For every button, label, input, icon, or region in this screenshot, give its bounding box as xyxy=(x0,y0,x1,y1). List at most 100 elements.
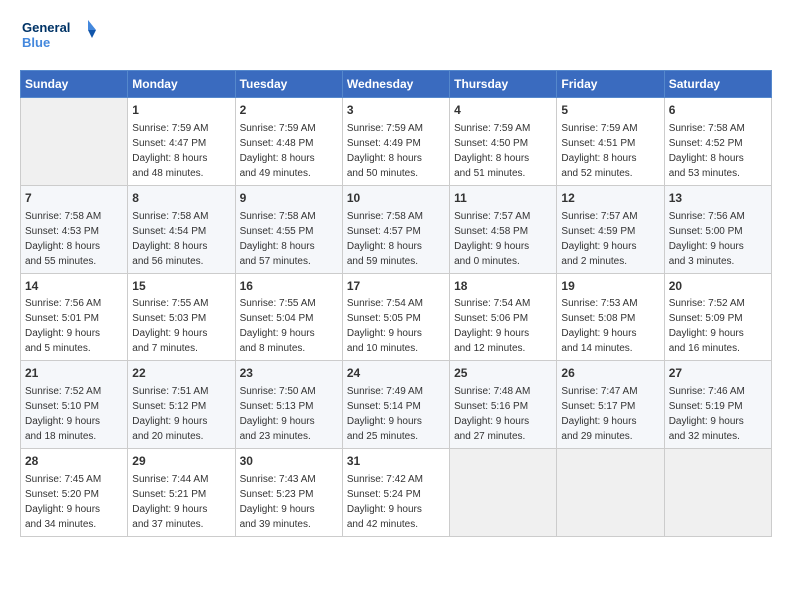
day-info: Sunrise: 7:42 AMSunset: 5:24 PMDaylight:… xyxy=(347,472,445,532)
day-info: Sunrise: 7:59 AMSunset: 4:50 PMDaylight:… xyxy=(454,121,552,181)
calendar-cell: 31Sunrise: 7:42 AMSunset: 5:24 PMDayligh… xyxy=(342,449,449,537)
calendar-cell: 25 Sunrise: 7:48 AMSunset: 5:16 PMDayligh… xyxy=(450,361,557,449)
day-number: 23 xyxy=(240,365,338,382)
day-number: 7 xyxy=(25,190,123,207)
day-info: Sunrise: 7:58 AMSunset: 4:52 PMDaylight:… xyxy=(669,121,767,181)
calendar-cell: 6Sunrise: 7:58 AMSunset: 4:52 PMDaylight… xyxy=(664,98,771,186)
calendar-cell: 4 Sunrise: 7:59 AMSunset: 4:50 PMDaylight… xyxy=(450,98,557,186)
day-number: 1 xyxy=(132,102,230,119)
week-row-5: 28Sunrise: 7:45 AMSunset: 5:20 PMDayligh… xyxy=(21,449,772,537)
page: General Blue SundayMondayTuesdayWednesda… xyxy=(0,0,792,612)
day-number: 5 xyxy=(561,102,659,119)
calendar-cell: 29 Sunrise: 7:44 AMSunset: 5:21 PMDayligh… xyxy=(128,449,235,537)
day-number: 21 xyxy=(25,365,123,382)
logo-svg: General Blue xyxy=(20,16,100,60)
svg-text:Blue: Blue xyxy=(22,35,50,50)
weekday-header-monday: Monday xyxy=(128,71,235,98)
calendar-cell: 14Sunrise: 7:56 AMSunset: 5:01 PMDayligh… xyxy=(21,273,128,361)
day-number: 27 xyxy=(669,365,767,382)
calendar-cell: 3Sunrise: 7:59 AMSunset: 4:49 PMDaylight… xyxy=(342,98,449,186)
calendar-cell: 24 Sunrise: 7:49 AMSunset: 5:14 PMDayligh… xyxy=(342,361,449,449)
calendar-cell xyxy=(21,98,128,186)
day-info: Sunrise: 7:55 AMSunset: 5:04 PMDaylight:… xyxy=(240,296,338,356)
calendar-cell: 22 Sunrise: 7:51 AMSunset: 5:12 PMDayligh… xyxy=(128,361,235,449)
calendar-table: SundayMondayTuesdayWednesdayThursdayFrid… xyxy=(20,70,772,537)
calendar-cell: 11Sunrise: 7:57 AMSunset: 4:58 PMDayligh… xyxy=(450,185,557,273)
day-number: 8 xyxy=(132,190,230,207)
day-info: Sunrise: 7:59 AMSunset: 4:47 PMDaylight:… xyxy=(132,121,230,181)
weekday-header-friday: Friday xyxy=(557,71,664,98)
day-number: 11 xyxy=(454,190,552,207)
calendar-cell: 2 Sunrise: 7:59 AMSunset: 4:48 PMDaylight… xyxy=(235,98,342,186)
calendar-cell: 30 Sunrise: 7:43 AMSunset: 5:23 PMDayligh… xyxy=(235,449,342,537)
calendar-cell: 18Sunrise: 7:54 AMSunset: 5:06 PMDayligh… xyxy=(450,273,557,361)
day-number: 15 xyxy=(132,278,230,295)
day-number: 29 xyxy=(132,453,230,470)
day-info: Sunrise: 7:44 AMSunset: 5:21 PMDaylight:… xyxy=(132,472,230,532)
calendar-cell: 15Sunrise: 7:55 AMSunset: 5:03 PMDayligh… xyxy=(128,273,235,361)
day-number: 25 xyxy=(454,365,552,382)
calendar-cell: 20Sunrise: 7:52 AMSunset: 5:09 PMDayligh… xyxy=(664,273,771,361)
day-number: 13 xyxy=(669,190,767,207)
day-number: 22 xyxy=(132,365,230,382)
week-row-4: 21 Sunrise: 7:52 AMSunset: 5:10 PMDayligh… xyxy=(21,361,772,449)
calendar-cell xyxy=(450,449,557,537)
calendar-cell: 26 Sunrise: 7:47 AMSunset: 5:17 PMDayligh… xyxy=(557,361,664,449)
day-number: 19 xyxy=(561,278,659,295)
calendar-cell: 17Sunrise: 7:54 AMSunset: 5:05 PMDayligh… xyxy=(342,273,449,361)
calendar-cell xyxy=(557,449,664,537)
calendar-cell: 27Sunrise: 7:46 AMSunset: 5:19 PMDayligh… xyxy=(664,361,771,449)
weekday-header-row: SundayMondayTuesdayWednesdayThursdayFrid… xyxy=(21,71,772,98)
day-number: 4 xyxy=(454,102,552,119)
day-info: Sunrise: 7:56 AMSunset: 5:01 PMDaylight:… xyxy=(25,296,123,356)
weekday-header-wednesday: Wednesday xyxy=(342,71,449,98)
day-info: Sunrise: 7:50 AMSunset: 5:13 PMDaylight:… xyxy=(240,384,338,444)
day-number: 26 xyxy=(561,365,659,382)
day-info: Sunrise: 7:47 AMSunset: 5:17 PMDaylight:… xyxy=(561,384,659,444)
calendar-cell: 8 Sunrise: 7:58 AMSunset: 4:54 PMDaylight… xyxy=(128,185,235,273)
calendar-cell: 23 Sunrise: 7:50 AMSunset: 5:13 PMDayligh… xyxy=(235,361,342,449)
day-info: Sunrise: 7:48 AMSunset: 5:16 PMDaylight:… xyxy=(454,384,552,444)
day-info: Sunrise: 7:58 AMSunset: 4:57 PMDaylight:… xyxy=(347,209,445,269)
day-number: 24 xyxy=(347,365,445,382)
day-info: Sunrise: 7:54 AMSunset: 5:06 PMDaylight:… xyxy=(454,296,552,356)
day-number: 17 xyxy=(347,278,445,295)
day-number: 18 xyxy=(454,278,552,295)
day-number: 28 xyxy=(25,453,123,470)
week-row-3: 14Sunrise: 7:56 AMSunset: 5:01 PMDayligh… xyxy=(21,273,772,361)
day-number: 16 xyxy=(240,278,338,295)
day-info: Sunrise: 7:52 AMSunset: 5:09 PMDaylight:… xyxy=(669,296,767,356)
header: General Blue xyxy=(20,16,772,60)
weekday-header-tuesday: Tuesday xyxy=(235,71,342,98)
calendar-cell: 16Sunrise: 7:55 AMSunset: 5:04 PMDayligh… xyxy=(235,273,342,361)
calendar-cell xyxy=(664,449,771,537)
day-info: Sunrise: 7:49 AMSunset: 5:14 PMDaylight:… xyxy=(347,384,445,444)
day-info: Sunrise: 7:54 AMSunset: 5:05 PMDaylight:… xyxy=(347,296,445,356)
calendar-cell: 9Sunrise: 7:58 AMSunset: 4:55 PMDaylight… xyxy=(235,185,342,273)
day-number: 30 xyxy=(240,453,338,470)
calendar-cell: 21 Sunrise: 7:52 AMSunset: 5:10 PMDayligh… xyxy=(21,361,128,449)
calendar-cell: 12 Sunrise: 7:57 AMSunset: 4:59 PMDayligh… xyxy=(557,185,664,273)
day-info: Sunrise: 7:56 AMSunset: 5:00 PMDaylight:… xyxy=(669,209,767,269)
day-info: Sunrise: 7:58 AMSunset: 4:54 PMDaylight:… xyxy=(132,209,230,269)
day-info: Sunrise: 7:59 AMSunset: 4:48 PMDaylight:… xyxy=(240,121,338,181)
day-info: Sunrise: 7:59 AMSunset: 4:49 PMDaylight:… xyxy=(347,121,445,181)
weekday-header-thursday: Thursday xyxy=(450,71,557,98)
day-info: Sunrise: 7:53 AMSunset: 5:08 PMDaylight:… xyxy=(561,296,659,356)
day-number: 2 xyxy=(240,102,338,119)
day-info: Sunrise: 7:57 AMSunset: 4:59 PMDaylight:… xyxy=(561,209,659,269)
day-info: Sunrise: 7:55 AMSunset: 5:03 PMDaylight:… xyxy=(132,296,230,356)
day-info: Sunrise: 7:52 AMSunset: 5:10 PMDaylight:… xyxy=(25,384,123,444)
calendar-cell: 1 Sunrise: 7:59 AMSunset: 4:47 PMDaylight… xyxy=(128,98,235,186)
svg-text:General: General xyxy=(22,20,70,35)
weekday-header-saturday: Saturday xyxy=(664,71,771,98)
day-info: Sunrise: 7:58 AMSunset: 4:55 PMDaylight:… xyxy=(240,209,338,269)
calendar-cell: 19Sunrise: 7:53 AMSunset: 5:08 PMDayligh… xyxy=(557,273,664,361)
calendar-cell: 5 Sunrise: 7:59 AMSunset: 4:51 PMDaylight… xyxy=(557,98,664,186)
day-info: Sunrise: 7:51 AMSunset: 5:12 PMDaylight:… xyxy=(132,384,230,444)
day-info: Sunrise: 7:43 AMSunset: 5:23 PMDaylight:… xyxy=(240,472,338,532)
day-info: Sunrise: 7:59 AMSunset: 4:51 PMDaylight:… xyxy=(561,121,659,181)
week-row-2: 7Sunrise: 7:58 AMSunset: 4:53 PMDaylight… xyxy=(21,185,772,273)
day-number: 12 xyxy=(561,190,659,207)
calendar-cell: 13 Sunrise: 7:56 AMSunset: 5:00 PMDayligh… xyxy=(664,185,771,273)
